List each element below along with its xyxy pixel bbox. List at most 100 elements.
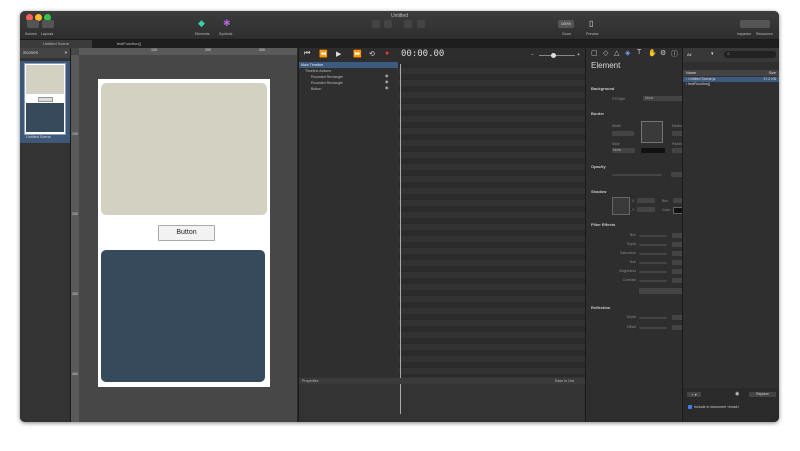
properties-label: Properties — [302, 379, 319, 383]
stage-area[interactable]: 100 200 300 100 200 300 400 Button — [71, 48, 297, 422]
filter-saturation-label: Saturation — [620, 251, 636, 255]
align-icon[interactable] — [384, 20, 392, 28]
scenes-toggle-button[interactable] — [27, 20, 39, 28]
action-hand-icon[interactable]: ✋ — [648, 49, 657, 57]
resources-footer: + ▾ ◉ Replace Include in document <head> — [683, 388, 779, 422]
distribute-icon[interactable] — [417, 20, 425, 28]
elements-toolbar-label: Elements — [195, 32, 210, 36]
resource-name: testFunction() — [688, 82, 711, 86]
inspector-toggle-button[interactable] — [740, 20, 770, 28]
rounded-rectangle-bottom[interactable] — [101, 250, 265, 382]
timeline-grid[interactable] — [398, 62, 585, 377]
text-icon[interactable]: T — [637, 49, 641, 56]
properties-bar: Properties Ease In Out — [299, 378, 585, 384]
timecode-display: 00:00.00 — [401, 49, 445, 59]
reflection-section-label: Reflection — [591, 305, 611, 310]
preview-device-icon[interactable]: ▯ — [589, 19, 593, 28]
group-icon[interactable] — [372, 20, 380, 28]
elements-icon[interactable]: ◆ — [198, 19, 205, 28]
scene-canvas[interactable]: Button — [98, 79, 270, 387]
filter-sepia-label: Sepia — [627, 242, 636, 246]
gear-icon[interactable]: ⚙ — [660, 49, 666, 57]
shadow-y-field[interactable] — [637, 207, 655, 212]
resources-filter-select[interactable]: All — [687, 52, 691, 57]
thumb-button — [38, 97, 53, 102]
resource-row[interactable]: ▪ testFunction() — [683, 82, 779, 87]
horizontal-ruler: 100 200 300 — [79, 48, 297, 55]
name-column-header[interactable]: Name — [683, 71, 696, 75]
zoom-out-icon[interactable]: − — [531, 52, 534, 58]
scene-thumbnail[interactable] — [24, 63, 66, 135]
step-forward-icon[interactable]: ⏩ — [353, 50, 362, 58]
vertical-ruler: 100 200 300 400 — [71, 55, 79, 422]
add-resource-button[interactable]: + ▾ — [687, 392, 701, 397]
chevron-down-icon[interactable]: ▾ — [711, 51, 714, 57]
info-icon[interactable]: ⓘ — [671, 49, 678, 59]
visibility-eye-icon[interactable]: ◉ — [385, 73, 389, 78]
timeline-zoom-slider[interactable] — [539, 55, 575, 56]
go-to-start-icon[interactable]: ⏮ — [304, 50, 310, 58]
size-column-header[interactable]: Size — [769, 70, 776, 76]
easing-select[interactable]: Ease In Out — [555, 378, 574, 384]
timeline-zoom-knob[interactable] — [551, 53, 556, 58]
visibility-eye-icon[interactable]: ◉ — [385, 79, 389, 84]
inspector-toolbar-label: Inspector — [737, 32, 752, 36]
document-icon[interactable]: ▢ — [591, 49, 598, 57]
reflection-depth-slider[interactable] — [639, 317, 667, 319]
replace-button[interactable]: Replace — [749, 392, 776, 397]
background-section-label: Background — [591, 86, 615, 91]
filter-sepia-slider[interactable] — [639, 244, 667, 246]
stage-button[interactable]: Button — [158, 225, 215, 241]
loop-icon[interactable]: ⟲ — [369, 50, 375, 58]
eye-icon[interactable]: ◉ — [735, 391, 739, 397]
arrange-icon[interactable] — [404, 20, 412, 28]
search-icon: ⌕ — [727, 51, 730, 57]
timeline-layer-list: Main Timeline Timeline Actions Rounded R… — [299, 62, 399, 377]
tab-test-function[interactable]: testFunction() — [94, 40, 164, 48]
tab-untitled-scene[interactable]: Untitled Scene — [20, 40, 92, 48]
zoom-toolbar-label: Zoom — [562, 32, 571, 36]
border-color-well[interactable] — [641, 148, 665, 153]
resources-panel: All ▾ ⌕ Name Size ▪ Untitled Scene.js 17… — [682, 48, 779, 422]
layouts-toggle-button[interactable] — [42, 20, 54, 28]
rounded-rectangle-top[interactable] — [101, 83, 267, 215]
include-head-checkbox[interactable] — [688, 405, 692, 409]
play-icon[interactable]: ▶ — [336, 50, 341, 58]
step-back-icon[interactable]: ⏪ — [319, 50, 328, 58]
scene-item-label[interactable]: Untitled Scene — [26, 135, 51, 139]
function-icon: ▪ — [686, 82, 688, 86]
layout-icon[interactable]: ◇ — [603, 49, 608, 57]
style-icon[interactable]: ◈ — [625, 49, 630, 57]
symbols-icon[interactable]: ✱ — [223, 19, 231, 28]
visibility-eye-icon[interactable]: ◉ — [385, 85, 389, 90]
timeline-panel: ⏮ ⏪ ▶ ⏩ ⟲ ● 00:00.00 − + Main Timeline T… — [298, 48, 585, 422]
filter-blur-slider[interactable] — [639, 235, 667, 237]
border-width-field[interactable] — [612, 131, 634, 136]
zoom-in-icon[interactable]: + — [577, 52, 580, 58]
ruler-v-100: 100 — [72, 132, 78, 136]
timeline-layer-row[interactable]: Button — [299, 86, 409, 92]
border-sides-picker[interactable] — [641, 121, 663, 143]
filter-saturation-slider[interactable] — [639, 253, 667, 255]
scenes-header: Scenes ▾ — [20, 48, 70, 58]
ruler-h-100: 100 — [151, 48, 157, 52]
zoom-select[interactable]: 100% — [558, 20, 574, 28]
border-style-select[interactable]: None — [612, 148, 635, 153]
shadow-x-field[interactable] — [637, 198, 655, 203]
reflection-offset-slider[interactable] — [639, 327, 667, 329]
filter-brightness-slider[interactable] — [639, 271, 667, 273]
element-icon[interactable]: △ — [614, 49, 619, 57]
playhead[interactable] — [400, 64, 401, 414]
inspector-tabs: ▢ ◇ △ ◈ T ✋ ⚙ ⓘ — [586, 48, 682, 60]
resources-search-input[interactable] — [724, 51, 776, 58]
opacity-slider[interactable] — [612, 174, 662, 176]
shadow-direction-pad[interactable] — [612, 197, 630, 215]
chevron-down-icon[interactable]: ▾ — [65, 48, 67, 58]
scenes-header-label: Scenes — [23, 50, 39, 55]
filter-contrast-slider[interactable] — [639, 280, 667, 282]
ruler-v-300: 300 — [72, 292, 78, 296]
record-icon[interactable]: ● — [385, 50, 389, 57]
border-style-label: Style — [612, 142, 620, 146]
filter-hue-slider[interactable] — [639, 262, 667, 264]
timeline-toolbar: ⏮ ⏪ ▶ ⏩ ⟲ ● 00:00.00 − + — [299, 48, 585, 62]
